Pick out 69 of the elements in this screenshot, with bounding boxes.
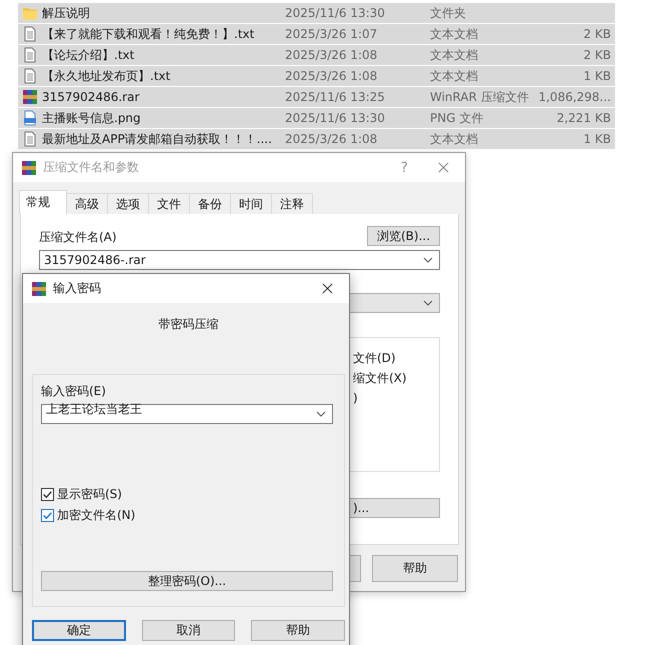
file-type: PNG 文件: [430, 110, 484, 126]
file-size: 1,086,298...: [538, 90, 611, 104]
document-icon: [22, 26, 38, 42]
checkbox[interactable]: 显示密码(S): [41, 486, 122, 502]
file-date: 2025/11/6 13:25: [285, 90, 386, 104]
help-button[interactable]: 帮助: [372, 555, 458, 582]
document-icon: [22, 131, 38, 147]
file-name: 【来了就能下载和观看！纯免费！】.txt: [42, 26, 256, 42]
file-size: 1 KB: [583, 69, 611, 83]
file-type: WinRAR 压缩文件: [430, 88, 530, 106]
password-field[interactable]: 上老王论坛当老王: [41, 404, 333, 424]
file-name: 3157902486.rar: [42, 90, 140, 104]
file-type: 文件夹: [430, 4, 467, 22]
option-text: ): [353, 390, 359, 407]
chevron-icon: [423, 257, 433, 263]
file-size: 1 KB: [583, 132, 611, 146]
chevron-icon: [316, 411, 326, 417]
image-file-icon: [22, 110, 38, 126]
window-title: 压缩文件名和参数: [43, 159, 140, 176]
file-name: 最新地址及APP请发邮箱自动获取！！！....: [42, 130, 273, 148]
dialog-button[interactable]: 取消: [142, 620, 236, 641]
archive-icon: [31, 280, 47, 296]
check-icon: [42, 510, 53, 520]
file-type: 文本文档: [430, 46, 479, 64]
file-row[interactable]: 3157902486.rar 2025/11/6 13:25 WinRAR 压缩文件 1,086,298...: [18, 87, 615, 107]
file-size: 2 KB: [583, 48, 611, 62]
file-name: 主播账号信息.png: [42, 110, 142, 126]
check-icon: [42, 488, 53, 500]
dialog-button[interactable]: 确定: [32, 620, 126, 641]
dialog-heading: 带密码压缩: [158, 316, 220, 333]
file-row[interactable]: 解压说明 2025/11/6 13:30 文件夹: [18, 3, 615, 23]
archive-icon: [21, 160, 37, 176]
file-row[interactable]: 【来了就能下载和观看！纯免费！】.txt 2025/3/26 1:07 文本文档 2 KB: [18, 24, 615, 44]
checkbox[interactable]: 加密文件名(N): [41, 507, 136, 523]
document-icon: [22, 47, 38, 63]
file-date: 2025/11/6 13:30: [285, 111, 386, 125]
file-size: 2 KB: [583, 27, 611, 41]
file-row[interactable]: 主播账号信息.png 2025/11/6 13:30 PNG 文件 2,221 KB: [18, 108, 615, 128]
folder-icon: [22, 5, 38, 21]
document-icon: [22, 68, 38, 84]
browse-button[interactable]: 浏览(B)...: [367, 226, 440, 246]
tab[interactable]: 常规: [19, 190, 67, 214]
file-row[interactable]: 【论坛介绍】.txt 2025/3/26 1:08 文本文档 2 KB: [18, 45, 615, 65]
file-name: 解压说明: [42, 4, 91, 22]
dialog-button[interactable]: 帮助: [251, 620, 346, 641]
file-date: 2025/3/26 1:08: [285, 132, 378, 146]
file-date: 2025/11/6 13:30: [285, 6, 386, 20]
file-date: 2025/3/26 1:08: [285, 69, 378, 83]
file-type: 文本文档: [430, 26, 479, 42]
field-label: 压缩文件名(A): [39, 229, 117, 246]
file-size: 2,221 KB: [556, 111, 611, 125]
chevron-icon: [423, 300, 433, 306]
tab[interactable]: 注释: [271, 193, 313, 214]
file-name: 【论坛介绍】.txt: [42, 46, 136, 64]
file-name: 【永久地址发布页】.txt: [42, 68, 172, 84]
field-label: 输入密码(E): [41, 383, 107, 400]
file-type: 文本文档: [430, 130, 479, 148]
option-text: 缩文件(X): [353, 370, 408, 387]
file-row[interactable]: 最新地址及APP请发邮箱自动获取！！！.... 2025/3/26 1:08 文本文档 1 KB: [18, 129, 615, 149]
archive-icon: [22, 89, 38, 105]
organize-passwords-button[interactable]: 整理密码(O)...: [41, 571, 333, 591]
close-icon[interactable]: [322, 283, 333, 294]
window-title: 输入密码: [53, 280, 102, 297]
archive-name-field[interactable]: 3157902486-.rar: [39, 250, 440, 270]
file-date: 2025/3/26 1:08: [285, 48, 378, 62]
option-text: 文件(D): [353, 350, 397, 367]
file-date: 2025/3/26 1:07: [285, 27, 378, 41]
file-row[interactable]: 【永久地址发布页】.txt 2025/3/26 1:08 文本文档 1 KB: [18, 66, 615, 86]
file-type: 文本文档: [430, 68, 479, 84]
